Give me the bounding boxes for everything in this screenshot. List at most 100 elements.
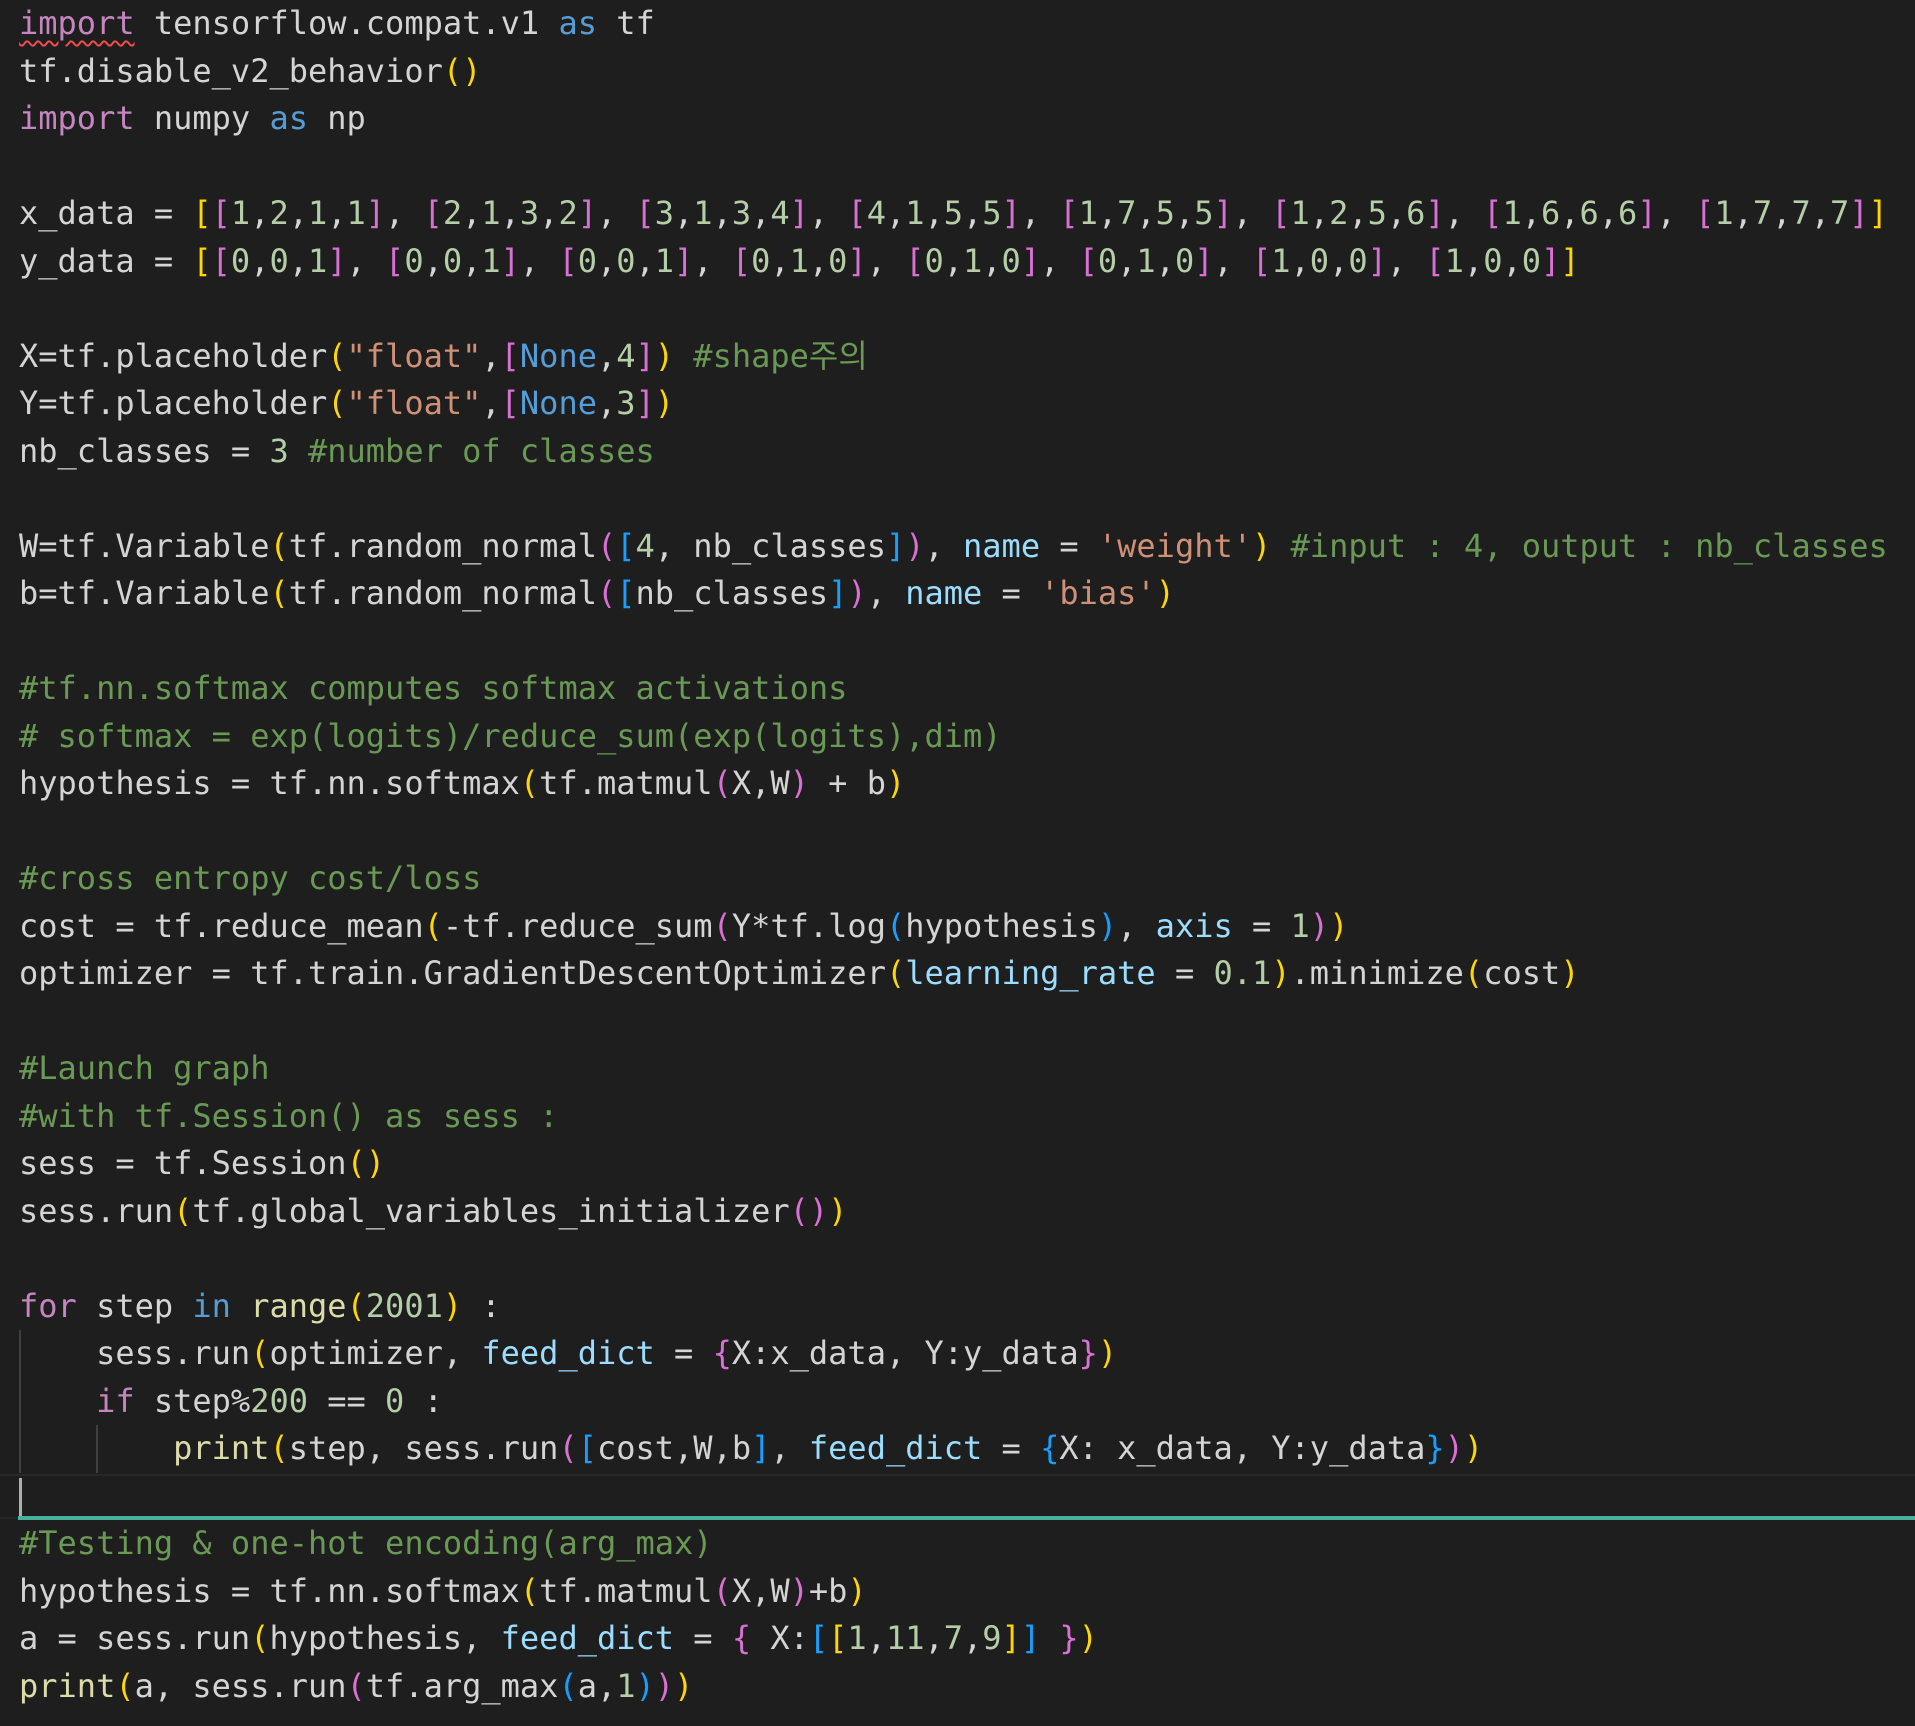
token-default: = <box>982 1429 1041 1467</box>
code-line[interactable]: #cross entropy cost/loss <box>19 855 481 903</box>
token-default: , <box>1136 194 1156 232</box>
token-number: 5 <box>1367 194 1387 232</box>
token-bracket2: [ <box>1483 194 1503 232</box>
token-bracket1: ] <box>1560 241 1580 280</box>
code-line[interactable]: hypothesis = tf.nn.softmax(tf.matmul(X,W… <box>19 1568 867 1616</box>
token-default <box>289 432 308 470</box>
code-line[interactable]: W=tf.Variable(tf.random_normal([4, nb_cl… <box>19 523 1888 571</box>
token-default <box>19 1382 96 1420</box>
token-default: X,W <box>731 1571 790 1610</box>
code-line[interactable]: y_data = [[0,0,1], [0,0,1], [0,0,1], [0,… <box>19 238 1580 286</box>
code-line[interactable]: a = sess.run(hypothesis, feed_dict = { X… <box>19 1615 1098 1663</box>
token-default: , <box>1772 194 1792 232</box>
code-line[interactable]: #Launch graph <box>19 1045 269 1093</box>
token-bracket2: ] <box>1213 194 1233 232</box>
token-default: , <box>385 194 424 232</box>
code-line[interactable]: tf.disable_v2_behavior() <box>19 48 481 96</box>
token-parameter: name <box>963 526 1041 565</box>
token-bracket2: [ <box>731 241 752 280</box>
token-number: 3 <box>731 194 752 232</box>
token-bracket1: ( <box>346 1286 366 1325</box>
token-default <box>674 337 693 375</box>
code-line[interactable]: #tf.nn.softmax computes softmax activati… <box>19 665 847 713</box>
token-bracket3: [ <box>616 526 636 565</box>
token-default: step% <box>134 1381 251 1420</box>
code-line[interactable]: hypothesis = tf.nn.softmax(tf.matmul(X,W… <box>19 760 905 808</box>
token-number: 0 <box>751 241 771 280</box>
token-comment: #with tf.Session() as sess : <box>19 1096 559 1135</box>
token-default: cost,W,b <box>596 1429 752 1467</box>
token-bracket2: ] <box>1194 241 1214 280</box>
code-line[interactable]: sess.run(tf.global_variables_initializer… <box>19 1188 847 1236</box>
token-parameter: feed_dict <box>481 1334 655 1372</box>
token-number: 0 <box>1174 241 1195 280</box>
token-bracket1: ( <box>885 954 906 992</box>
token-bracket2: ] <box>1637 194 1657 232</box>
code-line[interactable]: optimizer = tf.train.GradientDescentOpti… <box>19 950 1580 998</box>
token-bracket1: ( <box>423 906 443 945</box>
code-line[interactable]: cost = tf.reduce_mean(-tf.reduce_sum(Y*t… <box>19 903 1348 951</box>
code-line[interactable]: nb_classes = 3 #number of classes <box>19 428 655 476</box>
token-default: optimizer, <box>269 1334 482 1372</box>
code-line[interactable]: for step in range(2001) : <box>19 1283 501 1331</box>
token-number: 1 <box>230 194 251 232</box>
token-default: , <box>481 336 501 375</box>
token-default: , <box>1309 194 1330 232</box>
code-line[interactable]: # softmax = exp(logits)/reduce_sum(exp(l… <box>19 713 1002 761</box>
token-number: 1 <box>1444 241 1464 280</box>
token-number: 0 <box>385 1381 405 1420</box>
token-bracket2: [ <box>1425 241 1445 280</box>
token-bracket2: [ <box>847 194 867 232</box>
code-line[interactable]: print(a, sess.run(tf.arg_max(a,1))) <box>19 1663 693 1711</box>
token-number: 1 <box>1078 194 1098 232</box>
token-bracket1: () <box>442 51 482 90</box>
code-line[interactable]: X=tf.placeholder("float",[None,4]) #shap… <box>19 333 868 381</box>
code-line[interactable]: b=tf.Variable(tf.random_normal([nb_class… <box>19 570 1175 618</box>
token-default: X: <box>751 1619 809 1657</box>
token-default: , <box>346 241 386 280</box>
token-default: , <box>250 241 270 280</box>
token-default: , <box>866 574 906 612</box>
token-number: 1 <box>1271 241 1291 280</box>
token-bracket1: ) <box>654 384 675 422</box>
token-bracket1: [ <box>192 241 212 280</box>
token-default: tf.matmul <box>539 1571 713 1610</box>
code-line[interactable]: if step%200 == 0 : <box>19 1378 443 1426</box>
token-default: sess = tf.Session <box>19 1144 347 1182</box>
token-bracket1: ) <box>1329 906 1349 945</box>
token-default: , <box>808 241 829 280</box>
code-line[interactable]: #Testing & one-hot encoding(arg_max) <box>19 1520 713 1568</box>
code-line[interactable]: Y=tf.placeholder("float",[None,3]) <box>19 380 674 428</box>
token-number: 1 <box>789 241 809 280</box>
token-number: 0 <box>1001 241 1021 280</box>
code-line[interactable]: #with tf.Session() as sess : <box>19 1093 558 1141</box>
token-number: 3 <box>519 194 540 232</box>
token-default: , <box>924 526 964 565</box>
token-default: tf.arg_max <box>365 1666 559 1705</box>
token-parameter: name <box>905 574 983 612</box>
token-default: , <box>539 194 559 232</box>
token-bracket2: [ <box>211 241 231 280</box>
code-line[interactable]: print(step, sess.run([cost,W,b], feed_di… <box>19 1425 1483 1473</box>
token-number: 5 <box>1155 194 1175 232</box>
code-line[interactable]: sess.run(optimizer, feed_dict = {X:x_dat… <box>19 1330 1117 1378</box>
token-builtin: None <box>519 336 597 375</box>
token-default: tf.global_variables_initializer <box>192 1191 790 1230</box>
token-default: , <box>1656 194 1696 232</box>
code-line[interactable]: import tensorflow.compat.v1 as tf <box>19 0 655 48</box>
token-bracket1: ) <box>1463 1429 1484 1467</box>
token-bracket1: ) <box>885 764 906 802</box>
token-bracket3: [ <box>616 574 636 612</box>
token-default: tf.random_normal <box>288 526 597 565</box>
code-line[interactable]: sess = tf.Session() <box>19 1140 385 1188</box>
token-number: 2 <box>558 194 578 232</box>
code-line[interactable]: x_data = [[1,2,1,1], [2,1,3,2], [3,1,3,4… <box>19 190 1888 238</box>
code-editor[interactable]: import tensorflow.compat.v1 as tf tf.disa… <box>0 0 1915 1726</box>
token-default: , <box>693 241 732 280</box>
code-line[interactable]: import numpy as np <box>19 95 366 143</box>
token-comment: # softmax = exp(logits)/reduce_sum(exp(l… <box>19 716 1002 755</box>
token-default: hypothesis <box>905 906 1098 945</box>
token-default: tf.disable_v2_behavior <box>19 51 443 90</box>
token-number: 2 <box>1329 194 1349 232</box>
token-default: cost = tf.reduce_mean <box>19 906 424 945</box>
